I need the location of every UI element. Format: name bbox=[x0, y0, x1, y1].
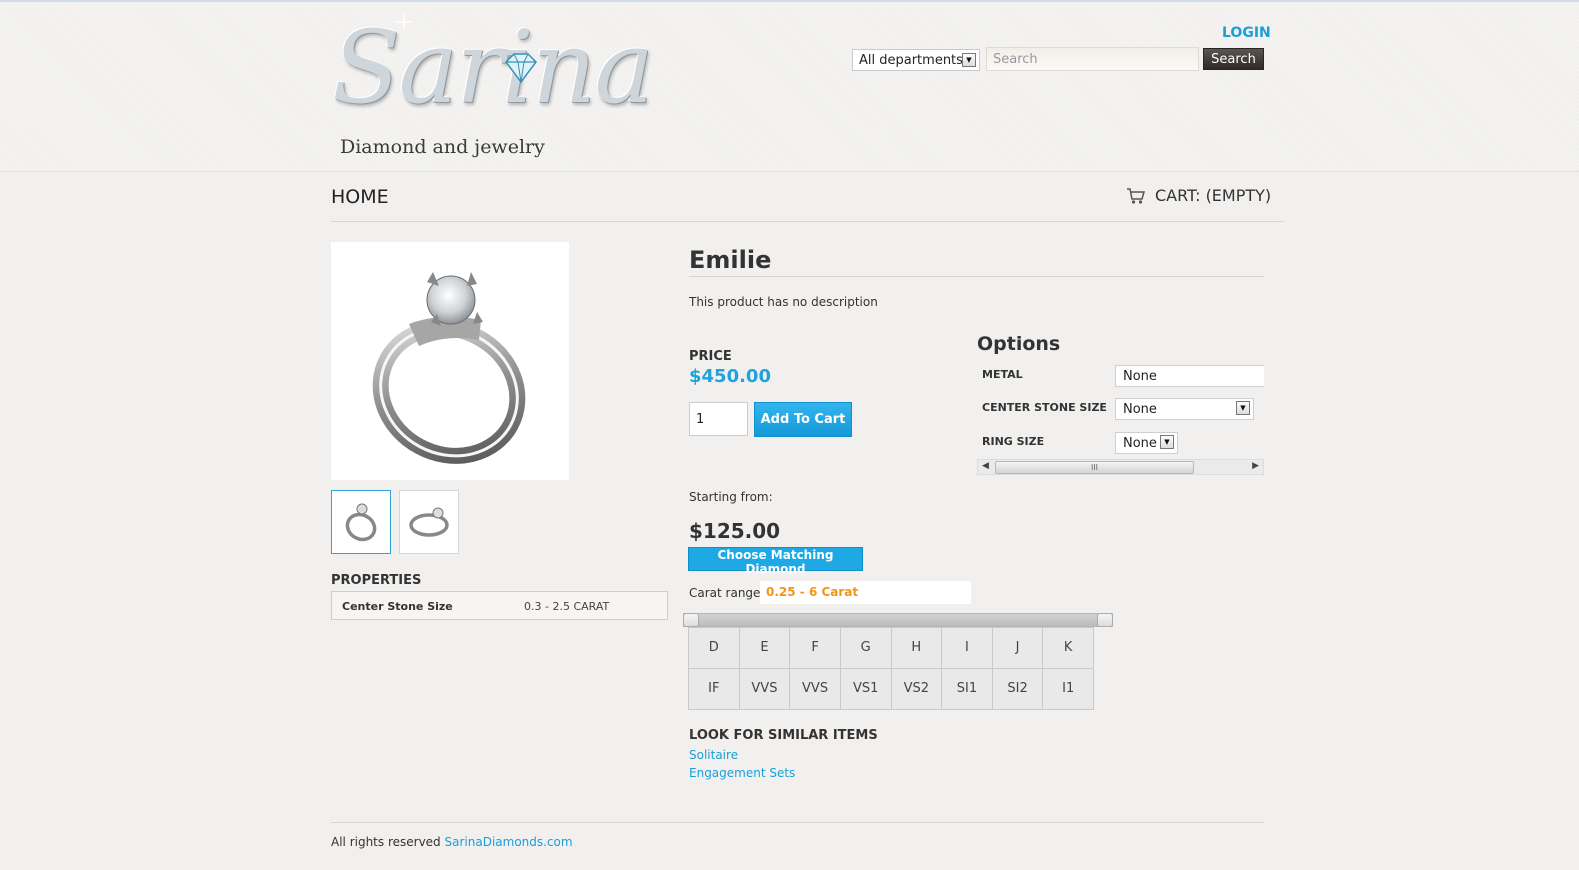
ring-size-selected-value: None bbox=[1123, 436, 1157, 451]
department-select[interactable]: All departments ▼ bbox=[852, 49, 980, 71]
color-grade-cell[interactable]: E bbox=[740, 628, 791, 668]
product-title: Emilie bbox=[689, 246, 772, 274]
slider-min-handle[interactable] bbox=[683, 613, 699, 627]
footer-divider bbox=[331, 822, 1264, 823]
clarity-grade-cell[interactable]: VS2 bbox=[892, 669, 943, 709]
center-stone-size-selected-value: None bbox=[1123, 402, 1157, 417]
scroll-left-icon[interactable]: ◀ bbox=[982, 461, 989, 471]
option-label-metal: METAL bbox=[982, 368, 1023, 381]
options-title: Options bbox=[977, 333, 1061, 355]
scrollbar-thumb[interactable]: III bbox=[995, 461, 1194, 474]
carat-range-slider[interactable] bbox=[683, 613, 1113, 627]
ring-image bbox=[372, 272, 526, 464]
product-price: $450.00 bbox=[689, 366, 771, 387]
ring-size-select[interactable]: None ▼ bbox=[1115, 432, 1178, 454]
product-main-image[interactable] bbox=[331, 242, 569, 480]
login-link[interactable]: LOGIN bbox=[1222, 25, 1271, 41]
price-label: PRICE bbox=[689, 349, 732, 364]
footer: All rights reserved SarinaDiamonds.com bbox=[331, 835, 573, 849]
scrollbar-grip: III bbox=[1090, 463, 1099, 472]
add-to-cart-button[interactable]: Add To Cart bbox=[754, 402, 852, 437]
cart-link[interactable]: CART: (EMPTY) bbox=[1126, 186, 1271, 205]
option-label-ring-size: RING SIZE bbox=[982, 435, 1045, 448]
property-name: Center Stone Size bbox=[342, 600, 453, 613]
clarity-grade-cell[interactable]: SI1 bbox=[942, 669, 993, 709]
product-thumbnail[interactable] bbox=[399, 490, 459, 554]
quantity-input[interactable] bbox=[689, 402, 748, 436]
product-thumbnail[interactable] bbox=[331, 490, 391, 554]
color-grade-cell[interactable]: G bbox=[841, 628, 892, 668]
clarity-grade-cell[interactable]: VVS bbox=[740, 669, 791, 709]
similar-link-solitaire[interactable]: Solitaire bbox=[689, 748, 738, 762]
cart-label: CART: (EMPTY) bbox=[1155, 186, 1272, 205]
metal-selected-value: None bbox=[1123, 369, 1157, 384]
clarity-grade-cell[interactable]: SI2 bbox=[993, 669, 1044, 709]
scroll-right-icon[interactable]: ▶ bbox=[1252, 461, 1259, 471]
properties-title: PROPERTIES bbox=[331, 573, 422, 588]
color-grade-cell[interactable]: I bbox=[942, 628, 993, 668]
starting-price: $125.00 bbox=[689, 519, 781, 543]
clarity-grade-cell[interactable]: VVS bbox=[790, 669, 841, 709]
chevron-down-icon: ▼ bbox=[1236, 401, 1250, 415]
carat-range-label: Carat range: bbox=[689, 586, 765, 600]
clarity-grade-cell[interactable]: IF bbox=[689, 669, 740, 709]
shopping-cart-icon bbox=[1127, 187, 1145, 204]
site-header: Sarina Diamond and jewelry LOGIN All dep… bbox=[0, 2, 1579, 172]
starting-from-label: Starting from: bbox=[689, 490, 773, 504]
chevron-down-icon: ▼ bbox=[1160, 435, 1174, 449]
diamond-color-grid: D E F G H I J K bbox=[688, 627, 1094, 669]
nav-divider bbox=[331, 221, 1284, 222]
color-grade-cell[interactable]: H bbox=[892, 628, 943, 668]
similar-items-title: LOOK FOR SIMILAR ITEMS bbox=[689, 728, 878, 743]
options-horizontal-scrollbar[interactable]: ◀ III ▶ bbox=[977, 459, 1264, 475]
search-input[interactable] bbox=[986, 47, 1199, 71]
color-grade-cell[interactable]: K bbox=[1043, 628, 1093, 668]
diamond-icon bbox=[505, 53, 537, 84]
color-grade-cell[interactable]: J bbox=[993, 628, 1044, 668]
chevron-down-icon: ▼ bbox=[962, 53, 976, 67]
footer-text: All rights reserved bbox=[331, 835, 441, 849]
search-button[interactable]: Search bbox=[1203, 48, 1264, 70]
clarity-grade-cell[interactable]: VS1 bbox=[841, 669, 892, 709]
similar-link-engagement-sets[interactable]: Engagement Sets bbox=[689, 766, 795, 780]
property-value: 0.3 - 2.5 CARAT bbox=[524, 600, 610, 613]
footer-site-link[interactable]: SarinaDiamonds.com bbox=[445, 835, 573, 849]
department-selected-value: All departments bbox=[859, 53, 963, 68]
center-stone-size-select[interactable]: None ▼ bbox=[1115, 398, 1254, 420]
choose-matching-diamond-button[interactable]: Choose Matching Diamond bbox=[688, 547, 863, 576]
carat-range-value: 0.25 - 6 Carat bbox=[760, 581, 971, 604]
color-grade-cell[interactable]: F bbox=[790, 628, 841, 668]
slider-max-handle[interactable] bbox=[1097, 613, 1113, 627]
ring-thumbnail-image bbox=[409, 507, 449, 537]
clarity-grade-cell[interactable]: I1 bbox=[1043, 669, 1093, 709]
diamond-clarity-grid: IF VVS VVS VS1 VS2 SI1 SI2 I1 bbox=[688, 668, 1094, 710]
metal-select[interactable]: None bbox=[1115, 365, 1264, 387]
color-grade-cell[interactable]: D bbox=[689, 628, 740, 668]
sparkle-icon bbox=[392, 10, 416, 34]
logo-script-text: Sarina bbox=[332, 9, 654, 126]
logo-tagline: Diamond and jewelry bbox=[340, 136, 545, 158]
ring-thumbnail-image bbox=[345, 503, 377, 542]
title-divider bbox=[689, 276, 1264, 277]
nav-home-link[interactable]: HOME bbox=[331, 186, 389, 208]
properties-table: Center Stone Size 0.3 - 2.5 CARAT bbox=[331, 591, 668, 620]
option-label-center-stone-size: CENTER STONE SIZE bbox=[982, 401, 1107, 414]
site-logo[interactable]: Sarina Diamond and jewelry bbox=[332, 8, 654, 168]
product-description: This product has no description bbox=[689, 295, 878, 309]
